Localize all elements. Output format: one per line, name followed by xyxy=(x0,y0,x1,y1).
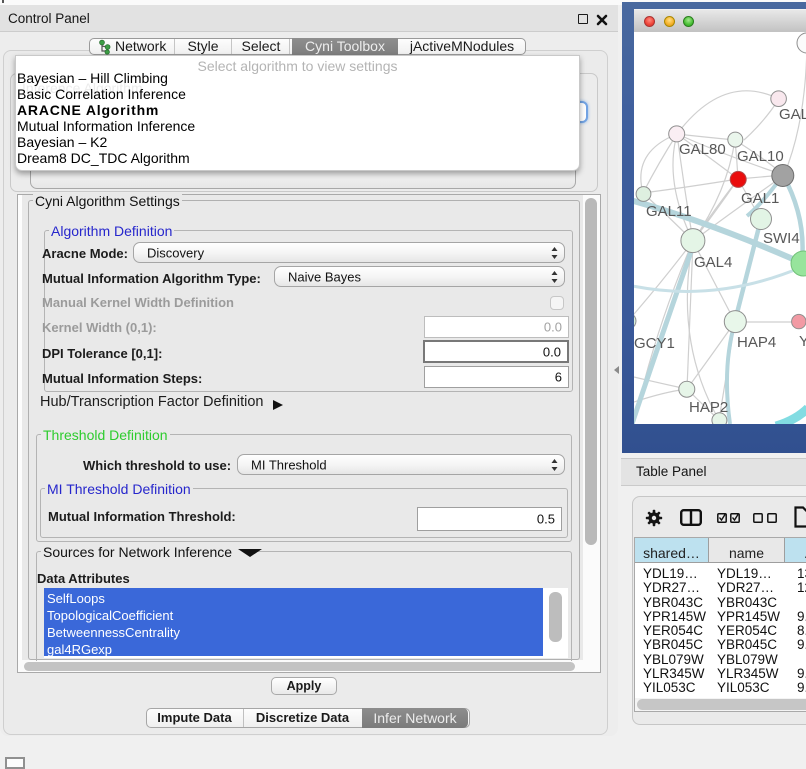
svg-text:GCY1: GCY1 xyxy=(634,335,675,352)
svg-text:Y: Y xyxy=(799,333,806,350)
svg-text:GAL80: GAL80 xyxy=(679,141,726,158)
svg-text:GAL4: GAL4 xyxy=(694,254,732,271)
svg-text:GAL: GAL xyxy=(779,106,806,123)
svg-text:GAL10: GAL10 xyxy=(737,148,784,165)
svg-text:GAL11: GAL11 xyxy=(646,203,692,220)
svg-text:HAP2: HAP2 xyxy=(689,399,728,416)
svg-text:SWI4: SWI4 xyxy=(763,230,800,247)
svg-text:HAP4: HAP4 xyxy=(737,334,776,351)
svg-text:GAL1: GAL1 xyxy=(741,190,779,207)
